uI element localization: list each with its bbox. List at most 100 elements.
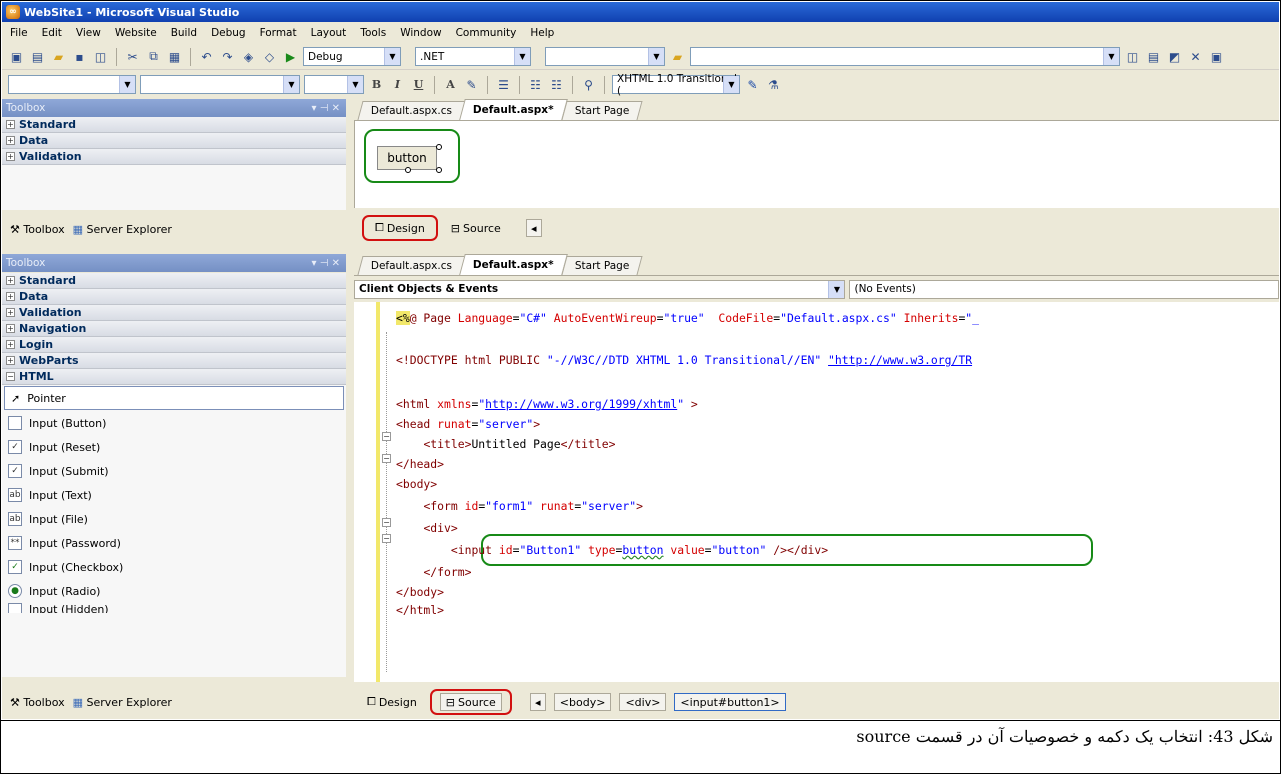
copy-icon[interactable]: ⧉ [145,48,162,65]
menu-view[interactable]: View [76,27,101,39]
open-folder-icon[interactable]: ▰ [50,48,67,65]
toolbox-item-input-hidden[interactable]: Input (Hidden) [2,603,346,613]
toolbox-item-pointer[interactable]: ➚ Pointer [4,386,344,410]
tag-crumb-input[interactable]: <input#button1> [674,693,786,711]
find-combo[interactable]: ▼ [545,47,665,66]
solution-configuration-select[interactable]: Debug ▼ [303,47,401,66]
pin-close-icon[interactable]: ▾ ⊣ ✕ [312,258,340,269]
tab-default-aspx-cs[interactable]: Default.aspx.cs [357,256,466,275]
font-name-select[interactable]: ▼ [140,75,300,94]
toolbox-item-input-submit[interactable]: ✓ Input (Submit) [2,459,346,483]
toolbox-item-input-checkbox[interactable]: ✓ Input (Checkbox) [2,555,346,579]
menu-edit[interactable]: Edit [42,27,62,39]
menu-debug[interactable]: Debug [211,27,246,39]
toolbox-item-input-button[interactable]: Input (Button) [2,411,346,435]
collapse-icon[interactable]: − [382,518,391,527]
scroll-left-icon[interactable]: ◂ [529,693,546,711]
collapse-icon[interactable]: − [382,454,391,463]
toolbox-group-login[interactable]: + Login [2,337,346,353]
solution-platform-select[interactable]: .NET ▼ [415,47,531,66]
justify-icon[interactable]: ☰ [495,76,512,93]
toolbox-group-navigation[interactable]: + Navigation [2,321,346,337]
new-project-icon[interactable]: ▣ [8,48,25,65]
tab-default-aspx[interactable]: Default.aspx* [459,254,568,275]
tab-start-page[interactable]: Start Page [561,256,643,275]
events-select[interactable]: (No Events) [849,279,1279,299]
collapse-icon[interactable]: − [382,432,391,441]
toolbox-item-input-password[interactable]: ** Input (Password) [2,531,346,555]
underline-icon[interactable]: U [410,78,427,91]
hyperlink-icon[interactable]: ⚲ [580,76,597,93]
block-format-select[interactable]: ▼ [8,75,136,94]
toolbox-group-html[interactable]: − HTML [2,369,346,385]
toolbox-tab[interactable]: ⚒ Toolbox [10,696,65,709]
navigate-forward-icon[interactable]: ◇ [261,48,278,65]
toolbox-group-standard[interactable]: + Standard [2,117,346,133]
solution-explorer-icon[interactable]: ◫ [1124,48,1141,65]
server-explorer-tab[interactable]: ▦ Server Explorer [73,696,172,709]
toolbox-group-validation[interactable]: + Validation [2,149,346,165]
menu-build[interactable]: Build [171,27,197,39]
pin-close-icon[interactable]: ▾ ⊣ ✕ [312,103,340,114]
navigate-icon[interactable]: ◈ [240,48,257,65]
source-editor[interactable]: − − − − <%@ Page Language="C#" AutoEvent… [354,302,1279,682]
menu-layout[interactable]: Layout [311,27,347,39]
bold-icon[interactable]: B [368,78,385,91]
italic-icon[interactable]: I [389,78,406,91]
object-browser-icon[interactable]: ◩ [1166,48,1183,65]
resize-handle-icon[interactable] [436,167,442,173]
paste-icon[interactable]: ▦ [166,48,183,65]
scroll-left-icon[interactable]: ◂ [525,219,542,237]
doctype-select[interactable]: XHTML 1.0 Transitional (▼ [612,73,740,97]
properties-icon[interactable]: ▤ [1145,48,1162,65]
menu-file[interactable]: File [10,27,28,39]
save-all-icon[interactable]: ◫ [92,48,109,65]
tag-crumb-div[interactable]: <div> [619,693,667,711]
toolbox-item-input-radio[interactable]: ● Input (Radio) [2,579,346,603]
collapse-icon[interactable]: − [382,534,391,543]
design-view-button[interactable]: ⧠ Design [362,693,422,711]
font-size-select[interactable]: ▼ [304,75,364,94]
toolbox-group-data[interactable]: + Data [2,289,346,305]
toolbox-tab[interactable]: ⚒ Toolbox [10,223,65,236]
cut-icon[interactable]: ✂ [124,48,141,65]
redo-icon[interactable]: ↷ [219,48,236,65]
toolbox-item-input-text[interactable]: ab Input (Text) [2,483,346,507]
menu-help[interactable]: Help [530,27,554,39]
menu-window[interactable]: Window [400,27,441,39]
source-view-button[interactable]: ⊟ Source [446,219,506,237]
design-view-button[interactable]: ⧠ Design [370,219,430,237]
menu-community[interactable]: Community [456,27,517,39]
start-debug-icon[interactable]: ▶ [282,48,299,65]
tab-default-aspx[interactable]: Default.aspx* [459,99,568,120]
back-color-icon[interactable]: ✎ [463,76,480,93]
start-page-icon[interactable]: ▣ [1208,48,1225,65]
add-item-icon[interactable]: ▤ [29,48,46,65]
toolbox-item-input-reset[interactable]: ✓ Input (Reset) [2,435,346,459]
find-text-input[interactable]: ▼ [690,47,1120,66]
toolbox-icon[interactable]: ✕ [1187,48,1204,65]
numbered-list-icon[interactable]: ☷ [527,76,544,93]
toolbox-group-standard[interactable]: + Standard [2,273,346,289]
server-explorer-tab[interactable]: ▦ Server Explorer [73,223,172,236]
tab-default-aspx-cs[interactable]: Default.aspx.cs [357,101,466,120]
find-in-files-icon[interactable]: ▰ [669,48,686,65]
check-accessibility-icon[interactable]: ⚗ [765,76,782,93]
source-view-button[interactable]: ⊟ Source [439,693,502,711]
undo-icon[interactable]: ↶ [198,48,215,65]
toolbox-group-data[interactable]: + Data [2,133,346,149]
toolbox-group-validation[interactable]: + Validation [2,305,346,321]
menu-tools[interactable]: Tools [360,27,386,39]
resize-handle-icon[interactable] [405,167,411,173]
bulleted-list-icon[interactable]: ☷ [548,76,565,93]
fore-color-icon[interactable]: A [442,78,459,91]
tag-crumb-body[interactable]: <body> [553,693,612,711]
client-objects-select[interactable]: Client Objects & Events ▼ [354,279,846,299]
save-icon[interactable]: ▪ [71,48,88,65]
toolbox-group-webparts[interactable]: + WebParts [2,353,346,369]
menu-format[interactable]: Format [260,27,297,39]
menu-website[interactable]: Website [115,27,157,39]
toolbox-item-input-file[interactable]: ab Input (File) [2,507,346,531]
style-application-icon[interactable]: ✎ [744,76,761,93]
tab-start-page[interactable]: Start Page [561,101,643,120]
